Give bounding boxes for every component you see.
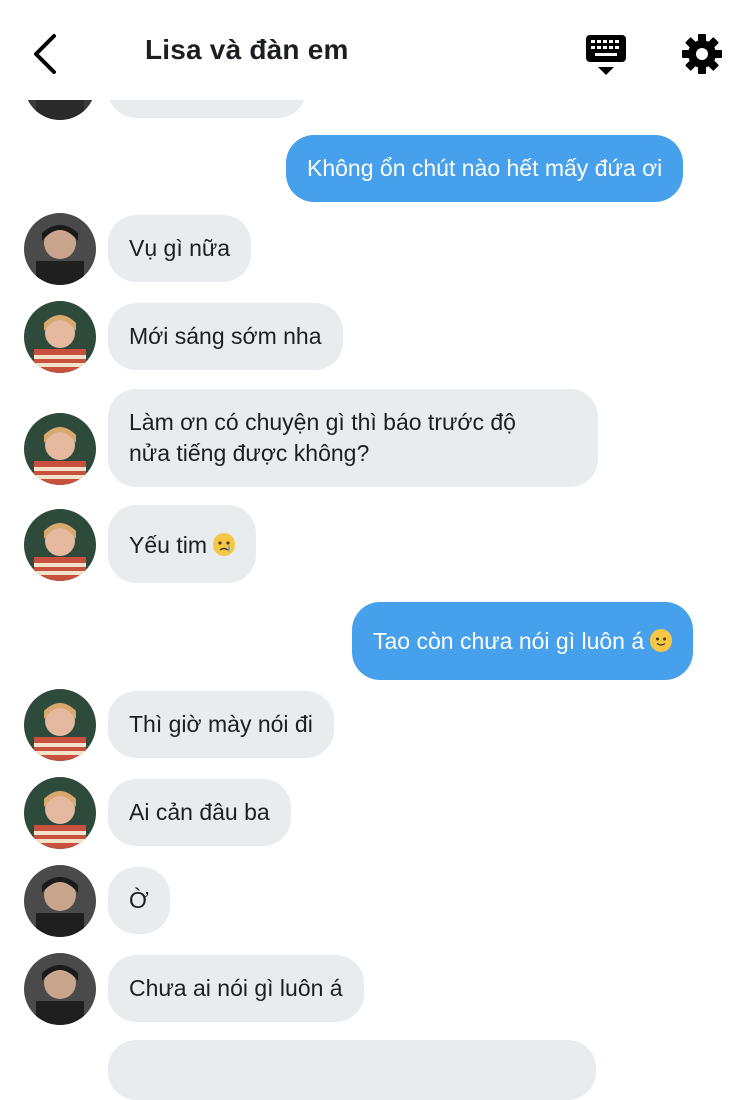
message-bubble-outgoing[interactable]: Tao còn chưa nói gì luôn á: [352, 602, 694, 680]
crying-face-emoji: [212, 533, 235, 556]
avatar-girl[interactable]: [24, 413, 96, 485]
message-text: Yếu tim: [129, 532, 207, 558]
message-bubble-incoming[interactable]: [108, 1040, 596, 1100]
message-bubble-incoming[interactable]: Chưa ai nói gì luôn á: [108, 955, 364, 1022]
message-bubble-incoming[interactable]: Vụ gì nữa: [108, 215, 252, 282]
slightly-smiling-face-emoji: [650, 629, 673, 652]
message-line: Làm ơn có chuyện gì thì báo trước độ: [129, 409, 516, 435]
avatar-girl[interactable]: [24, 777, 96, 849]
chevron-left-icon: [34, 34, 56, 74]
keyboard-icon: [586, 35, 626, 75]
keyboard-toggle-button[interactable]: [584, 32, 628, 78]
message-bubble-incoming[interactable]: Làm ơn có chuyện gì thì báo trước độ nửa…: [108, 389, 598, 487]
message-bubble-incoming[interactable]: Mới sáng sớm nha: [108, 303, 343, 370]
avatar-boy[interactable]: [24, 865, 96, 937]
message-text: Tao còn chưa nói gì luôn á: [373, 628, 645, 654]
gear-icon: [682, 34, 722, 74]
avatar-boy[interactable]: [24, 953, 96, 1025]
message-bubble-incoming[interactable]: Ai cản đâu ba: [108, 779, 291, 846]
avatar-girl[interactable]: [24, 301, 96, 373]
conversation-title: Lisa và đàn em: [145, 34, 349, 65]
avatar-girl[interactable]: [24, 689, 96, 761]
back-button[interactable]: [28, 30, 68, 78]
avatar-boy[interactable]: [24, 213, 96, 285]
message-bubble-outgoing[interactable]: Không ổn chút nào hết mấy đứa ơi: [286, 135, 684, 202]
chat-header: Lisa và đàn em: [0, 0, 750, 100]
message-bubble-incoming[interactable]: Ờ: [108, 867, 170, 934]
settings-button[interactable]: [680, 32, 724, 76]
avatar-girl[interactable]: [24, 509, 96, 581]
chat-message-list[interactable]: Không ổn chút nào hết mấy đứa ơi Vụ gì n…: [0, 0, 750, 1100]
message-line: nửa tiếng được không?: [129, 440, 370, 466]
message-bubble-incoming[interactable]: Yếu tim: [108, 505, 256, 583]
message-bubble-incoming[interactable]: Thì giờ mày nói đi: [108, 691, 334, 758]
